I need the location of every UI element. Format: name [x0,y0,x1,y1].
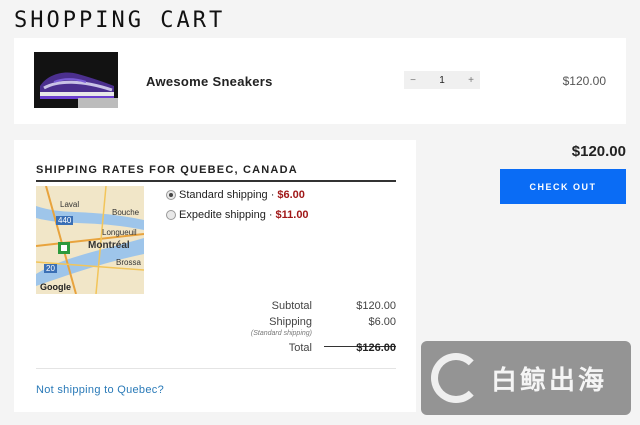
map-route-440: 440 [56,216,74,225]
shipping-option-expedite[interactable]: Expedite shipping · $11.00 [166,209,309,221]
shipping-value: $6.00 [368,316,396,328]
option-price: $6.00 [277,189,305,201]
product-name[interactable]: Awesome Sneakers [146,74,273,89]
option-price: $11.00 [275,209,309,221]
shipping-rates-title: SHIPPING RATES FOR QUEBEC, CANADA [36,164,396,182]
map-label-montreal: Montréal [88,240,130,251]
section-divider [36,368,396,369]
map-route-20: 20 [44,264,57,273]
shipping-option-standard[interactable]: Standard shipping · $6.00 [166,189,305,201]
order-summary: Subtotal $120.00 Shipping $6.00 (Standar… [214,300,396,358]
watermark: 白鲸出海 [421,341,631,415]
not-shipping-link[interactable]: Not shipping to Quebec? [36,384,164,396]
map-label-longueuil: Longueuil [102,228,137,237]
grand-total: $120.00 [571,143,626,160]
qty-decrease-button[interactable]: − [404,75,422,86]
map-label-boucherville: Bouche [112,208,140,217]
page-title: SHOPPING CART [14,8,226,33]
qty-increase-button[interactable]: + [462,75,480,86]
watermark-text: 白鲸出海 [491,364,608,395]
radio-expedite[interactable] [166,210,176,220]
shipping-rates-card: SHIPPING RATES FOR QUEBEC, CANADA Laval … [14,140,416,412]
option-label: Expedite shipping [179,209,266,221]
cart-item-card: Awesome Sneakers − 1 + $120.00 [14,38,626,124]
subtotal-label: Subtotal [271,300,312,312]
option-label: Standard shipping [179,189,268,201]
product-thumbnail[interactable] [34,52,118,108]
line-item-price: $120.00 [562,74,606,88]
quantity-stepper[interactable]: − 1 + [404,71,480,89]
subtotal-row: Subtotal $120.00 [214,300,396,316]
google-logo: Google [40,282,71,292]
map-label-brossard: Brossa [116,258,141,267]
subtotal-value: $120.00 [356,300,396,312]
option-separator: · [268,209,273,221]
shipping-method-note: (Standard shipping) [250,330,312,337]
checkout-button[interactable]: CHECK OUT [500,169,626,204]
total-row: Total $126.00 [214,342,396,358]
radio-standard[interactable] [166,190,176,200]
map-label-laval: Laval [60,200,80,209]
shipping-label: Shipping [269,316,312,328]
thumbnail-strip [78,98,118,108]
watermark-logo-icon [431,353,481,403]
qty-value[interactable]: 1 [433,75,451,86]
location-map: Laval Bouche Longueuil Montréal Brossa 4… [36,186,144,294]
total-value: $126.00 [356,342,396,354]
total-label: Total [288,342,312,354]
option-separator: · [270,189,275,201]
